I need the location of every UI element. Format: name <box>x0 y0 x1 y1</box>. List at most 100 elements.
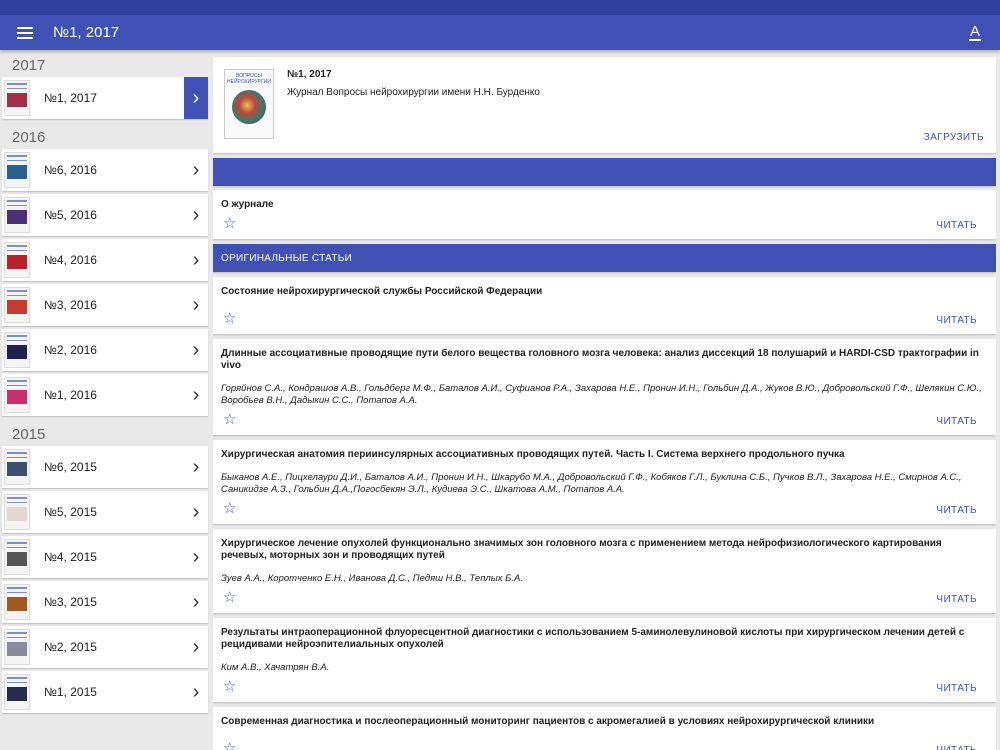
issue-thumbnail <box>4 629 30 665</box>
read-button[interactable]: ЧИТАТЬ <box>936 745 977 750</box>
article-card[interactable]: Длинные ассоциативные проводящие пути бе… <box>213 339 996 435</box>
issue-thumbnail <box>4 674 30 710</box>
issue-label: №5, 2015 <box>44 505 97 519</box>
issue-label: №1, 2015 <box>44 685 97 699</box>
sidebar-issue-item[interactable]: №3, 2016 › <box>2 284 208 326</box>
chevron-right-icon[interactable]: › <box>184 284 208 326</box>
issue-thumbnail <box>4 584 30 620</box>
article-authors: Горяйнов С.А., Кондрашов А.В., Гольдберг… <box>221 383 982 406</box>
article-title: Состояние нейрохирургической службы Росс… <box>221 286 543 297</box>
issue-thumbnail <box>4 287 30 323</box>
issue-thumbnail <box>4 242 30 278</box>
menu-icon[interactable] <box>0 15 50 50</box>
read-button[interactable]: ЧИТАТЬ <box>936 683 977 694</box>
chevron-right-icon[interactable]: › <box>184 77 208 119</box>
star-icon[interactable]: ☆ <box>223 412 236 428</box>
issue-label: №1, 2016 <box>44 388 97 402</box>
sidebar-issue-item[interactable]: №6, 2015 › <box>2 446 208 488</box>
star-icon[interactable]: ☆ <box>223 679 236 695</box>
chevron-right-icon[interactable]: › <box>184 446 208 488</box>
issue-thumbnail <box>4 377 30 413</box>
read-button[interactable]: ЧИТАТЬ <box>936 315 977 326</box>
chevron-right-icon[interactable]: › <box>184 239 208 281</box>
issue-thumbnail <box>4 332 30 368</box>
status-bar <box>0 0 1000 15</box>
chevron-right-icon[interactable]: › <box>184 626 208 668</box>
sidebar-issue-item[interactable]: №1, 2017 › <box>2 77 208 119</box>
star-icon[interactable]: ☆ <box>223 311 236 327</box>
issue-thumbnail <box>4 539 30 575</box>
article-authors: Зуев А.А., Коротченко Е.Н., Иванова Д.С.… <box>221 573 523 584</box>
issue-thumbnail <box>4 449 30 485</box>
issue-label: №6, 2016 <box>44 163 97 177</box>
app-bar: №1, 2017 A <box>0 15 1000 50</box>
issue-label: №4, 2015 <box>44 550 97 564</box>
issue-label: №2, 2015 <box>44 640 97 654</box>
issue-label: №2, 2016 <box>44 343 97 357</box>
article-card[interactable]: Современная диагностика и послеоперацион… <box>213 707 996 750</box>
issue-label: №5, 2016 <box>44 208 97 222</box>
issue-label: №3, 2016 <box>44 298 97 312</box>
article-authors: Ким А.В., Хачатрян В.А. <box>221 662 330 673</box>
year-header: 2015 <box>12 426 46 443</box>
sidebar-issue-item[interactable]: №3, 2015 › <box>2 581 208 623</box>
article-card[interactable]: Хирургическая анатомия периинсулярных ас… <box>213 440 996 524</box>
article-title: Хирургическое лечение опухолей функциона… <box>221 538 942 561</box>
section-divider <box>213 158 996 186</box>
chevron-right-icon[interactable]: › <box>184 329 208 371</box>
issue-card: ВОПРОСЫ НЕЙРОХИРУРГИИ №1, 2017 Журнал Во… <box>213 57 996 153</box>
cover-image[interactable]: ВОПРОСЫ НЕЙРОХИРУРГИИ <box>224 69 274 139</box>
chevron-right-icon[interactable]: › <box>184 671 208 713</box>
star-icon[interactable]: ☆ <box>223 216 236 232</box>
chevron-right-icon[interactable]: › <box>184 581 208 623</box>
chevron-right-icon[interactable]: › <box>184 491 208 533</box>
year-header: 2017 <box>12 57 46 74</box>
section-header: ОРИГИНАЛЬНЫЕ СТАТЬИ <box>213 244 996 272</box>
issue-thumbnail <box>4 494 30 530</box>
chevron-right-icon[interactable]: › <box>184 374 208 416</box>
chevron-right-icon[interactable]: › <box>184 536 208 578</box>
issue-thumbnail <box>4 197 30 233</box>
about-card[interactable]: О журнале ☆ ЧИТАТЬ <box>213 190 996 239</box>
issue-content: ВОПРОСЫ НЕЙРОХИРУРГИИ №1, 2017 Журнал Во… <box>213 50 996 750</box>
issue-label: №6, 2015 <box>44 460 97 474</box>
chevron-right-icon[interactable]: › <box>184 194 208 236</box>
journal-name: Журнал Вопросы нейрохирургии имени Н.Н. … <box>287 87 540 98</box>
article-card[interactable]: Результаты интраоперационной флуоресцент… <box>213 618 996 702</box>
sidebar-issue-item[interactable]: №6, 2016 › <box>2 149 208 191</box>
article-list: Состояние нейрохирургической службы Росс… <box>213 277 996 750</box>
star-icon[interactable]: ☆ <box>223 741 236 750</box>
article-card[interactable]: Хирургическое лечение опухолей функциона… <box>213 529 996 613</box>
text-format-icon[interactable]: A <box>950 15 1000 50</box>
sidebar-issue-item[interactable]: №1, 2016 › <box>2 374 208 416</box>
cover-title: ВОПРОСЫ НЕЙРОХИРУРГИИ <box>227 73 271 85</box>
sidebar-issue-item[interactable]: №5, 2015 › <box>2 491 208 533</box>
article-card[interactable]: Состояние нейрохирургической службы Росс… <box>213 277 996 334</box>
chevron-right-icon[interactable]: › <box>184 149 208 191</box>
year-header: 2016 <box>12 129 46 146</box>
issue-thumbnail <box>4 80 30 116</box>
read-button[interactable]: ЧИТАТЬ <box>936 220 977 231</box>
article-authors: Быканов А.Е., Пицхелаури Д.И., Баталов А… <box>221 472 962 495</box>
article-title: Результаты интраоперационной флуоресцент… <box>221 627 965 650</box>
read-button[interactable]: ЧИТАТЬ <box>936 416 977 427</box>
download-button[interactable]: ЗАГРУЗИТЬ <box>924 132 984 143</box>
read-button[interactable]: ЧИТАТЬ <box>936 505 977 516</box>
article-title: Хирургическая анатомия периинсулярных ас… <box>221 449 845 460</box>
issue-title: №1, 2017 <box>287 69 332 80</box>
sidebar-issue-item[interactable]: №4, 2015 › <box>2 536 208 578</box>
read-button[interactable]: ЧИТАТЬ <box>936 594 977 605</box>
about-title: О журнале <box>221 199 274 210</box>
issue-label: №4, 2016 <box>44 253 97 267</box>
sidebar-issue-item[interactable]: №2, 2015 › <box>2 626 208 668</box>
sidebar-issue-item[interactable]: №4, 2016 › <box>2 239 208 281</box>
sidebar-issue-item[interactable]: №1, 2015 › <box>2 671 208 713</box>
page-title: №1, 2017 <box>53 24 120 41</box>
sidebar-issue-item[interactable]: №5, 2016 › <box>2 194 208 236</box>
article-title: Длинные ассоциативные проводящие пути бе… <box>221 348 979 371</box>
star-icon[interactable]: ☆ <box>223 501 236 517</box>
sidebar-issue-item[interactable]: №2, 2016 › <box>2 329 208 371</box>
issues-sidebar: 2017 №1, 2017 › 2016 №6, 2016 › №5, 2016 › №4, 2… <box>0 50 210 750</box>
issue-thumbnail <box>4 152 30 188</box>
star-icon[interactable]: ☆ <box>223 590 236 606</box>
